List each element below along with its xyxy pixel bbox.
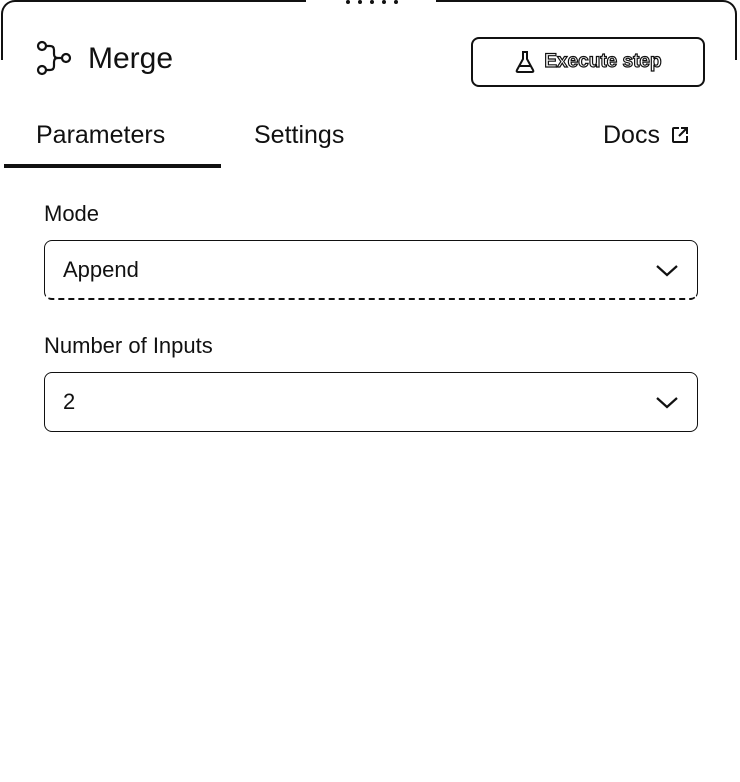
mode-value: Append: [63, 257, 139, 282]
tab-settings[interactable]: Settings: [254, 120, 344, 150]
number-of-inputs-select[interactable]: 2: [44, 372, 698, 432]
tab-docs[interactable]: Docs: [603, 120, 690, 150]
mode-label: Mode: [44, 201, 100, 226]
drag-handle[interactable]: [346, 0, 398, 4]
execute-step-button[interactable]: Execute step: [471, 37, 705, 87]
node-title: Merge: [88, 42, 174, 75]
number-of-inputs-value: 2: [63, 389, 76, 414]
node-details-panel: Merge Execute step Parameters Settings D…: [0, 0, 740, 782]
mode-select[interactable]: Append: [44, 240, 698, 300]
chevron-down-icon: [656, 265, 678, 277]
active-tab-indicator: [4, 164, 221, 168]
external-link-icon: [671, 127, 688, 143]
number-of-inputs-label: Number of Inputs: [44, 333, 213, 358]
flask-icon: [516, 51, 535, 73]
merge-node-icon: [36, 40, 72, 76]
chevron-down-icon: [656, 397, 678, 409]
panel-header: Merge Execute step: [0, 28, 740, 88]
execute-step-label: Execute step: [544, 50, 662, 72]
tab-parameters[interactable]: Parameters: [36, 120, 165, 150]
docs-label: Docs: [603, 121, 660, 149]
tab-bar: Parameters Settings Docs: [0, 110, 740, 170]
